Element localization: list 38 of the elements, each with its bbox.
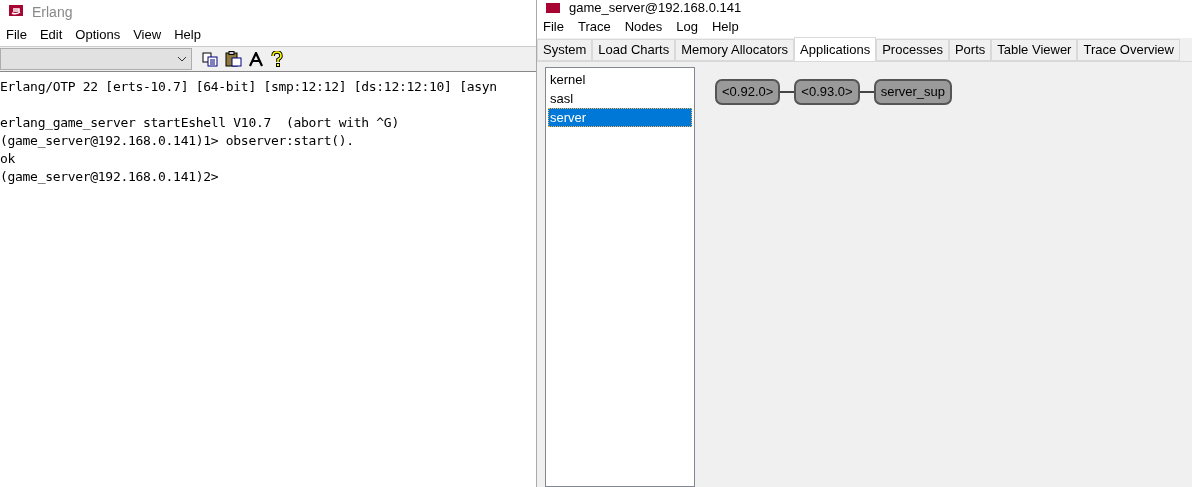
chevron-down-icon — [177, 56, 187, 62]
process-node[interactable]: <0.93.0> — [794, 79, 860, 105]
process-node[interactable]: server_sup — [873, 79, 952, 105]
menu-item[interactable]: Log — [676, 17, 698, 37]
window-title: Erlang — [32, 2, 73, 22]
menu-item[interactable]: Help — [712, 17, 739, 37]
list-item[interactable]: server — [548, 108, 692, 127]
tab[interactable]: Load Charts — [592, 39, 676, 61]
list-item[interactable]: sasl — [548, 89, 692, 108]
menu-item[interactable]: File — [6, 25, 27, 45]
tab[interactable]: System — [537, 39, 593, 61]
menu-item[interactable]: Edit — [39, 25, 63, 45]
menu-item[interactable]: Nodes — [624, 17, 663, 37]
terminal-line: (game_server@192.168.0.141)2> — [0, 168, 219, 186]
menu-item[interactable]: Trace — [577, 17, 611, 37]
tab[interactable]: Ports — [948, 39, 992, 61]
tab[interactable]: Processes — [876, 39, 949, 61]
menu-item[interactable]: Help — [174, 25, 201, 45]
window-title: game_server@192.168.0.141 — [569, 0, 742, 16]
paste-icon[interactable] — [225, 51, 242, 67]
terminal-line: erlang_game_server startEshell V10.7 (abort with ^G) — [0, 114, 399, 132]
tab[interactable]: Applications — [794, 37, 877, 61]
tab[interactable]: Memory Allocators — [675, 39, 795, 61]
help-icon[interactable] — [271, 51, 283, 67]
erlang-logo-icon — [545, 3, 561, 13]
menu-item[interactable]: File — [543, 17, 564, 37]
terminal-line: (game_server@192.168.0.141)1> observer:start(). — [0, 132, 354, 150]
tab[interactable]: Trace Overview — [1077, 39, 1180, 61]
process-node[interactable]: <0.92.0> — [715, 79, 781, 105]
terminal-line: ok — [0, 150, 16, 168]
terminal-line: Erlang/OTP 22 [erts-10.7] [64-bit] [smp:12:12] [ds:12:12:10] [asyn — [0, 78, 497, 96]
tab[interactable]: Table Viewer — [991, 39, 1078, 61]
menu-item[interactable]: Options — [75, 25, 121, 45]
font-icon[interactable] — [249, 51, 264, 67]
terminal[interactable]: Erlang/OTP 22 [erts-10.7] [64-bit] [smp:12:12] [ds:12:12:10] [asyn erlang_game_server startEshell V10.7 (abort with ^G) (game_server@192.168.0.141)1> observer:start(). ok (game_server@192.168.0.141)2> — [0, 71, 536, 487]
list-item[interactable]: kernel — [548, 70, 692, 89]
copy-icon[interactable] — [202, 51, 218, 67]
menu-item[interactable]: View — [133, 25, 162, 45]
